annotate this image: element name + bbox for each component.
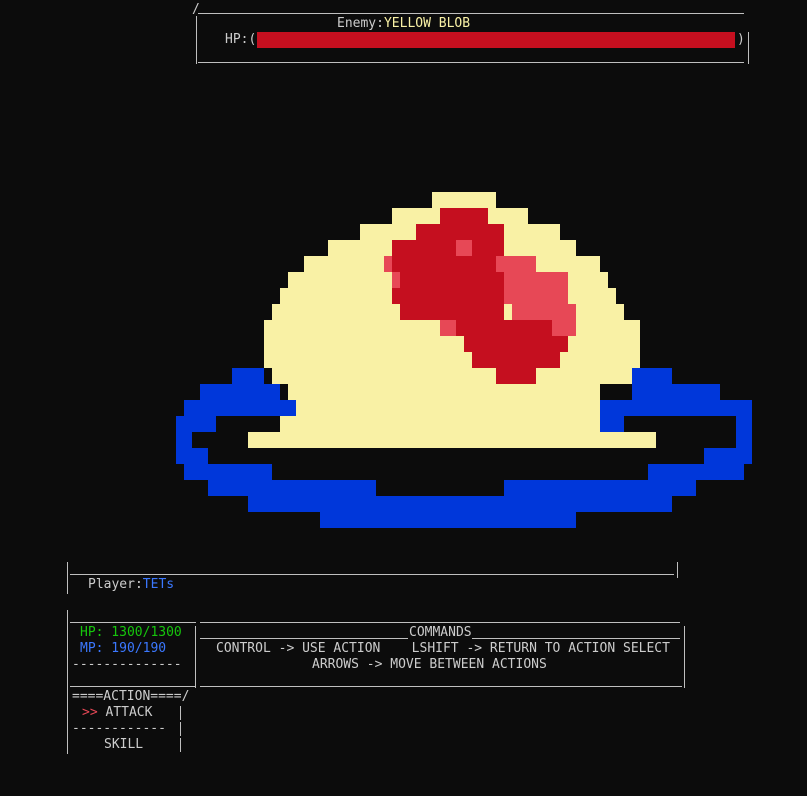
blob-core-highlight	[392, 272, 400, 288]
blob-ring-segment	[648, 464, 744, 480]
blob-ring-segment	[632, 384, 720, 400]
blob-ring-hole	[376, 480, 504, 496]
stats-right-border	[195, 626, 196, 688]
blob-ring-hole	[624, 416, 736, 432]
blob-core-highlight	[504, 272, 568, 288]
blob-body-segment	[432, 192, 496, 208]
action-divider-border	[180, 722, 181, 736]
stats-bottom-border	[70, 686, 196, 687]
stats-divider: --------------	[72, 657, 182, 672]
action-item-attack[interactable]: >> ATTACK	[82, 705, 152, 721]
yellow-blob-sprite	[176, 192, 752, 528]
blob-core-highlight	[440, 320, 456, 336]
player-label: Player:	[88, 577, 143, 592]
blob-ring-hole	[192, 432, 256, 448]
blob-ring-segment	[704, 448, 752, 464]
action-divider: ------------	[72, 721, 166, 736]
blob-core-segment	[440, 320, 552, 336]
commands-line-2: ARROWS -> MOVE BETWEEN ACTIONS	[312, 657, 547, 672]
commands-title-rule-right	[472, 638, 680, 639]
commands-line-1: CONTROL -> USE ACTION LSHIFT -> RETURN T…	[216, 641, 670, 656]
action-item-skill-border	[180, 738, 181, 752]
blob-ring-hole	[656, 432, 736, 448]
blob-core-highlight	[456, 240, 472, 256]
player-panel-right-border	[677, 562, 678, 578]
blob-body-segment	[392, 208, 416, 224]
commands-right-border	[684, 626, 685, 688]
blob-body-segment	[264, 352, 640, 368]
blob-core-highlight	[552, 320, 576, 336]
blob-ring-hole	[216, 416, 280, 432]
blob-body-segment	[504, 208, 528, 224]
stats-top-border	[70, 622, 196, 623]
player-panel-left-border	[67, 562, 68, 594]
blob-core-segment	[392, 288, 504, 304]
blob-body-segment	[288, 384, 600, 400]
blob-body-segment	[248, 432, 656, 448]
blob-core-segment	[440, 208, 488, 224]
blob-core-highlight	[504, 288, 568, 304]
blob-ring-segment	[232, 368, 264, 384]
blob-core-segment	[416, 224, 504, 240]
player-panel-top-border	[70, 574, 674, 575]
blob-core-segment	[392, 240, 504, 256]
blob-core-highlight	[512, 304, 576, 320]
action-cursor-icon: >>	[82, 705, 98, 720]
blob-ring-segment	[184, 464, 272, 480]
action-item-attack-border	[180, 706, 181, 720]
blob-core-highlight	[496, 256, 536, 272]
player-mp: MP: 190/190	[80, 641, 167, 656]
blob-ring-segment	[176, 448, 208, 464]
action-item-skill[interactable]: SKILL	[104, 737, 143, 753]
blob-core-segment	[384, 256, 504, 272]
stats-left-border	[67, 610, 68, 754]
blob-body-segment	[280, 416, 600, 432]
player-hp: HP: 1300/1300	[80, 625, 182, 640]
blob-body-segment	[296, 400, 600, 416]
blob-ring-segment	[320, 512, 576, 528]
blob-ring-segment	[184, 400, 296, 416]
blob-core-segment	[472, 352, 560, 368]
commands-title-rule-left	[200, 638, 408, 639]
blob-body-segment	[264, 336, 640, 352]
blob-core-segment	[464, 336, 568, 352]
player-title: Player:TETs	[88, 577, 174, 593]
blob-ring-segment	[632, 368, 672, 384]
blob-core-segment	[400, 304, 504, 320]
commands-top-border	[200, 622, 680, 623]
blob-core-segment	[392, 272, 504, 288]
action-header: ====ACTION====/	[72, 689, 190, 704]
blob-ring-segment	[200, 384, 280, 400]
commands-bottom-border	[200, 686, 682, 687]
blob-ring-hole	[208, 448, 704, 464]
blob-ring-segment	[600, 400, 752, 416]
action-attack-label: ATTACK	[105, 705, 153, 720]
blob-ring-segment	[248, 496, 672, 512]
blob-body-segment	[272, 368, 632, 384]
commands-title: COMMANDS	[409, 625, 472, 640]
blob-ring-hole	[272, 464, 648, 480]
blob-core-highlight	[384, 256, 392, 272]
player-name: TETs	[142, 577, 175, 592]
blob-core-segment	[496, 368, 536, 384]
